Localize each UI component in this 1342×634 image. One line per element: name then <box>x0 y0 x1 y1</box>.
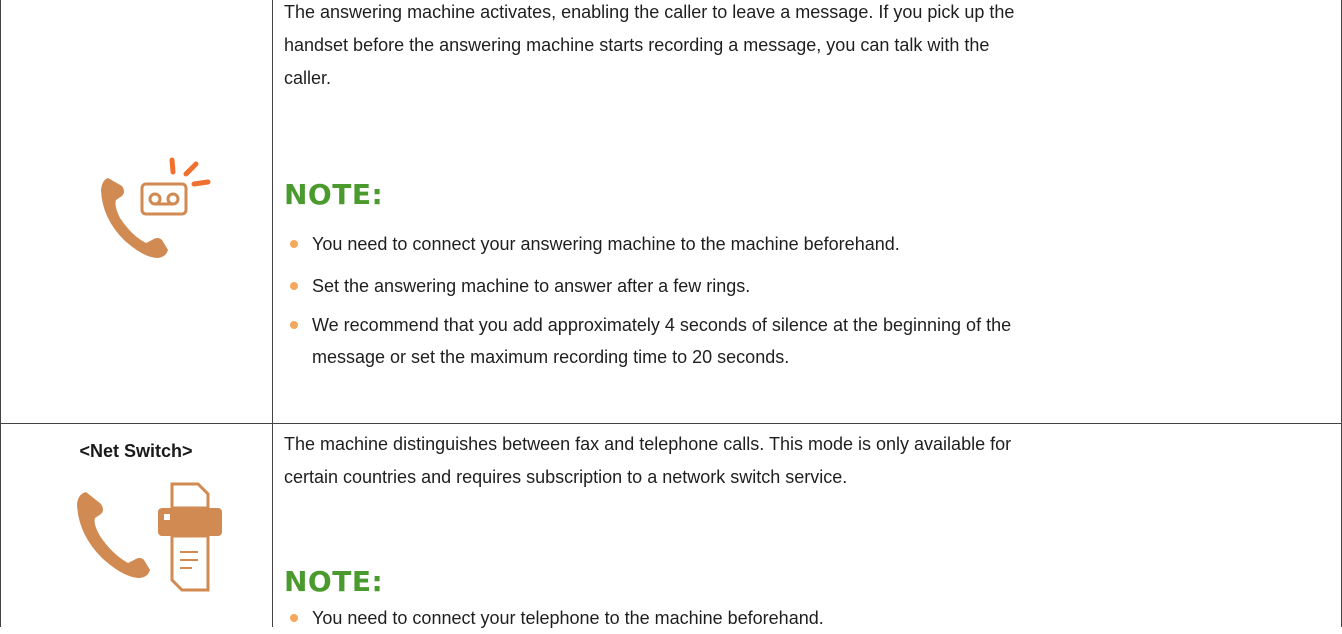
row1-note-item: You need to connect your answering machi… <box>284 228 1334 260</box>
note-text: Set the answering machine to answer afte… <box>312 276 751 296</box>
note-text: You need to connect your answering machi… <box>312 234 900 254</box>
column-divider <box>272 0 273 627</box>
row1-note-item: We recommend that you add approximately … <box>284 309 1334 373</box>
row1-description-line-3: caller. <box>284 68 332 88</box>
row1-note-title: NOTE: <box>284 178 384 211</box>
phone-answering-machine-icon <box>101 157 211 258</box>
note-text: message or set the maximum recording tim… <box>312 347 790 367</box>
row-divider <box>0 423 1342 424</box>
note-text: You need to connect your telephone to th… <box>312 608 824 628</box>
bullet-icon <box>290 614 298 622</box>
fax-mode-table: The answering machine activates, enablin… <box>0 0 1342 628</box>
bullet-icon <box>290 321 298 329</box>
note-text: We recommend that you add approximately … <box>312 315 1012 335</box>
row1-description-line-2: handset before the answering machine sta… <box>284 35 990 55</box>
bullet-icon <box>290 282 298 290</box>
row1-description-line-1: The answering machine activates, enablin… <box>284 2 1015 22</box>
mode-label-net-switch: <Net Switch> <box>79 441 193 461</box>
table-left-border <box>0 0 1 627</box>
row2-note-item: You need to connect your telephone to th… <box>284 602 1334 634</box>
row2-note-title: NOTE: <box>284 565 384 598</box>
phone-fax-icon <box>77 482 222 592</box>
row2-description-line-1: The machine distinguishes between fax an… <box>284 434 1012 454</box>
row1-note-item: Set the answering machine to answer afte… <box>284 270 1334 302</box>
bullet-icon <box>290 240 298 248</box>
row2-description-line-2: certain countries and requires subscript… <box>284 467 848 487</box>
